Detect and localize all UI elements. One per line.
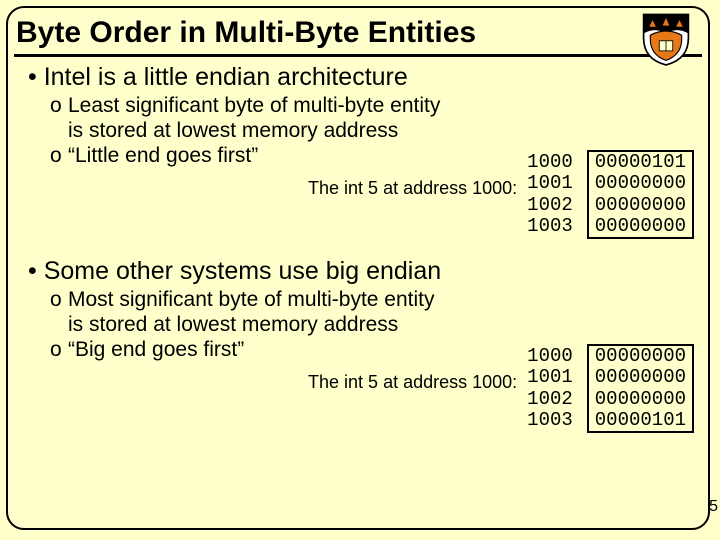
sub-bullet-2a-cont: is stored at lowest memory address: [68, 313, 527, 338]
sub-bullet-2a-text: Most significant byte of multi-byte enti…: [68, 288, 435, 311]
section-1-left: oLeast significant byte of multi-byte en…: [28, 94, 527, 199]
byte-cell: 00000000: [595, 346, 686, 367]
slide-content: Byte Order in Multi-Byte Entities • Inte…: [10, 10, 706, 526]
addr-cell: 1001: [527, 173, 573, 194]
princeton-shield-icon: [638, 10, 694, 66]
byte-cell: 00000000: [595, 195, 686, 216]
addr-col-1: 1000 1001 1002 1003: [527, 150, 573, 237]
caption-1: The int 5 at address 1000:: [28, 178, 527, 199]
body: • Intel is a little endian architecture …: [10, 63, 706, 433]
bullet-2-text: Some other systems use big endian: [44, 257, 441, 285]
sub-bullet-2b: o“Big end goes first”: [50, 338, 527, 363]
slide-title: Byte Order in Multi-Byte Entities: [10, 10, 706, 54]
byte-cell: 00000101: [595, 152, 686, 173]
byte-cell: 00000000: [595, 173, 686, 194]
section-1-row: oLeast significant byte of multi-byte en…: [28, 94, 696, 239]
addr-cell: 1001: [527, 367, 573, 388]
byte-cell: 00000000: [595, 216, 686, 237]
sub-bullet-1b: o“Little end goes first”: [50, 144, 527, 169]
sub-bullet-2b-text: “Big end goes first”: [68, 338, 244, 361]
byte-cell: 00000000: [595, 389, 686, 410]
addr-cell: 1002: [527, 389, 573, 410]
byte-cell: 00000101: [595, 410, 686, 431]
byte-col-1: 00000101 00000000 00000000 00000000: [587, 150, 694, 239]
title-underline: [14, 54, 702, 57]
sub-bullet-1b-text: “Little end goes first”: [68, 144, 258, 167]
sub-bullet-1a: oLeast significant byte of multi-byte en…: [50, 94, 527, 119]
sub-bullet-2a: oMost significant byte of multi-byte ent…: [50, 288, 527, 313]
section-2-left: oMost significant byte of multi-byte ent…: [28, 288, 527, 393]
sub-bullet-1a-text: Least significant byte of multi-byte ent…: [68, 94, 440, 117]
sub-bullet-1a-cont: is stored at lowest memory address: [68, 119, 527, 144]
memory-table-1: 1000 1001 1002 1003 00000101 00000000 00…: [527, 150, 696, 239]
bullet-2: • Some other systems use big endian: [28, 257, 696, 286]
byte-cell: 00000000: [595, 367, 686, 388]
section-2-row: oMost significant byte of multi-byte ent…: [28, 288, 696, 433]
addr-cell: 1003: [527, 216, 573, 237]
addr-col-2: 1000 1001 1002 1003: [527, 344, 573, 431]
byte-col-2: 00000000 00000000 00000000 00000101: [587, 344, 694, 433]
addr-cell: 1000: [527, 346, 573, 367]
bullet-1-text: Intel is a little endian architecture: [44, 63, 408, 91]
addr-cell: 1000: [527, 152, 573, 173]
addr-cell: 1002: [527, 195, 573, 216]
bullet-1: • Intel is a little endian architecture: [28, 63, 696, 92]
page-number: 5: [709, 498, 718, 516]
memory-table-2: 1000 1001 1002 1003 00000000 00000000 00…: [527, 344, 696, 433]
addr-cell: 1003: [527, 410, 573, 431]
caption-2: The int 5 at address 1000:: [28, 372, 527, 393]
